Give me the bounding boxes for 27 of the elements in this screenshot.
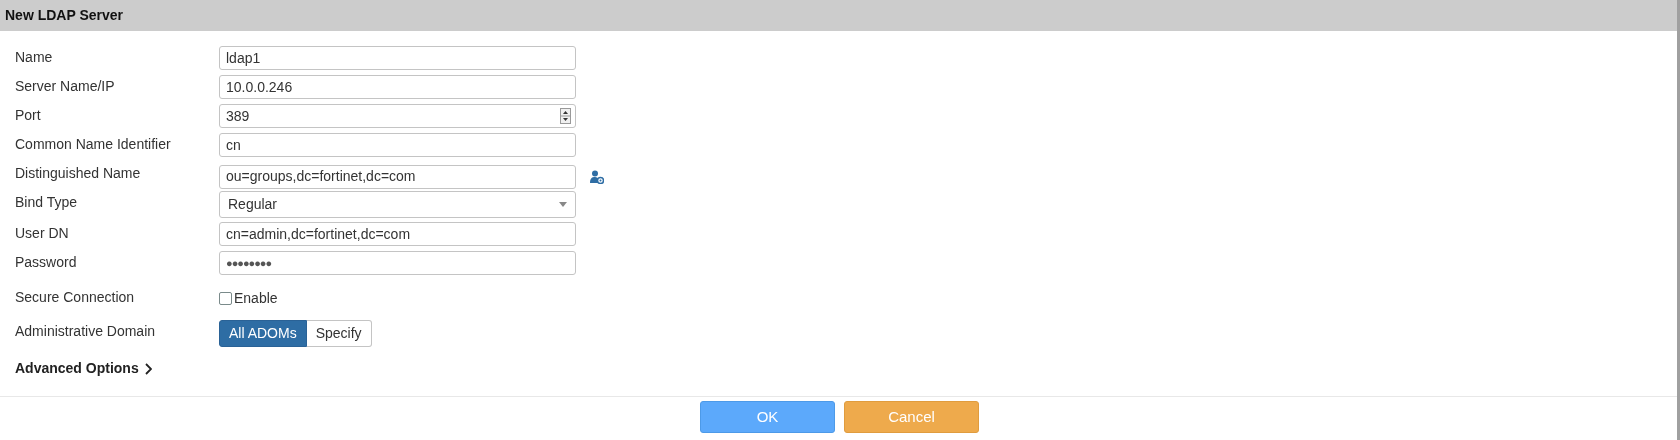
input-field[interactable]: ldap1 xyxy=(219,46,576,70)
field-label: Server Name/IP xyxy=(15,77,116,96)
field-label: Name xyxy=(15,48,54,67)
user-settings-icon[interactable] xyxy=(590,169,604,184)
window-title: New LDAP Server xyxy=(5,6,123,25)
field-label: Password xyxy=(15,253,78,272)
field-label: Secure Connection xyxy=(15,288,136,307)
select-dropdown[interactable]: Regular xyxy=(219,191,576,218)
field-label: Distinguished Name xyxy=(15,164,142,183)
spinner-icon xyxy=(560,108,571,124)
segment-tab[interactable]: Specify xyxy=(306,320,372,347)
chevron-icon xyxy=(144,362,152,375)
password-field[interactable]: ●●●●●●●● xyxy=(219,251,576,275)
input-field[interactable]: cn=admin,dc=fortinet,dc=com xyxy=(219,222,576,246)
field-label: Port xyxy=(15,106,42,125)
field-label: Common Name Identifier xyxy=(15,135,172,154)
input-field[interactable]: 10.0.0.246 xyxy=(219,75,576,99)
field-label: User DN xyxy=(15,224,70,243)
input-field[interactable]: cn xyxy=(219,133,576,157)
input-field[interactable]: ou=groups,dc=fortinet,dc=com xyxy=(219,164,576,189)
caret-icon xyxy=(559,202,567,207)
field-label: Bind Type xyxy=(15,193,78,212)
segment-tab[interactable]: All ADOMs xyxy=(219,320,307,347)
advanced-options-toggle[interactable]: Advanced Options xyxy=(15,358,152,379)
field-label: Administrative Domain xyxy=(15,322,157,341)
number-field[interactable]: 389 xyxy=(219,104,576,128)
enable-checkbox[interactable]: Enable xyxy=(219,286,278,310)
